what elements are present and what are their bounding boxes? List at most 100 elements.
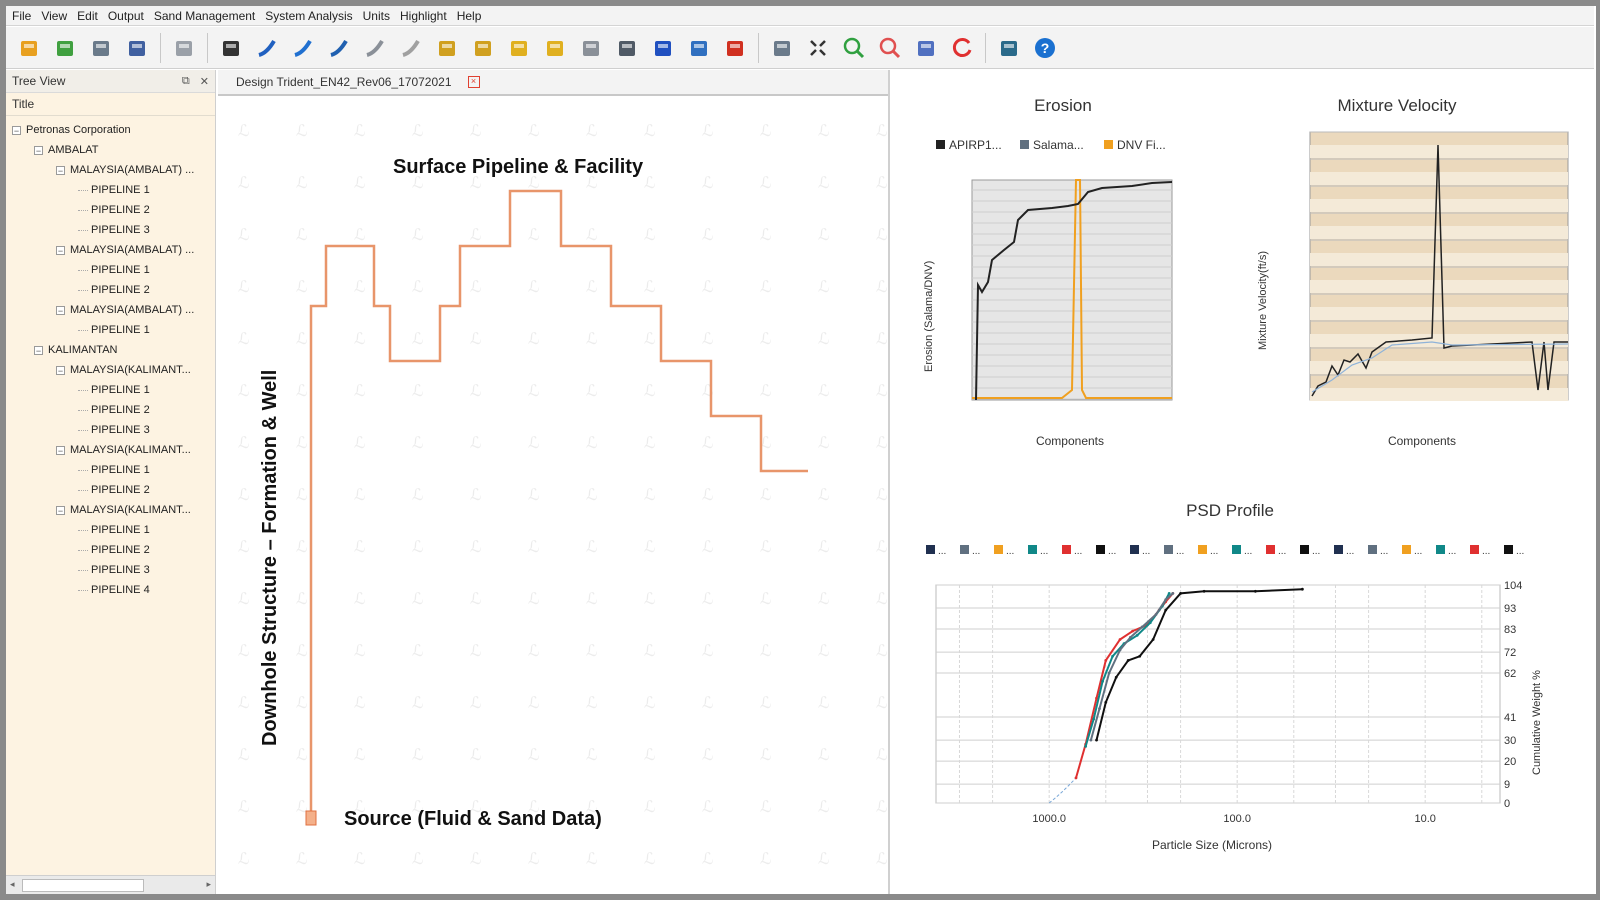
- fitting-icon[interactable]: [538, 31, 572, 65]
- horizontal-scrollbar[interactable]: ◂ ▸: [6, 875, 215, 894]
- tree-item-pipeline[interactable]: PIPELINE 3: [6, 220, 215, 240]
- tree-item-group[interactable]: − MALAYSIA(AMBALAT) ...: [6, 240, 215, 260]
- save-icon[interactable]: [120, 31, 154, 65]
- tree-item-pipeline[interactable]: PIPELINE 1: [6, 520, 215, 540]
- tree-item-group[interactable]: − MALAYSIA(AMBALAT) ...: [6, 160, 215, 180]
- valve-icon[interactable]: [502, 31, 536, 65]
- tree-item-pipeline[interactable]: PIPELINE 3: [6, 420, 215, 440]
- fit-icon[interactable]: [801, 31, 835, 65]
- tree-item-group[interactable]: − MALAYSIA(KALIMANT...: [6, 360, 215, 380]
- watermark-glyph: ℒ: [644, 799, 656, 816]
- tree-item-group[interactable]: − AMBALAT: [6, 140, 215, 160]
- tree-item-group[interactable]: − MALAYSIA(KALIMANT...: [6, 440, 215, 460]
- refresh-icon[interactable]: [945, 31, 979, 65]
- collapse-icon[interactable]: −: [56, 365, 65, 375]
- tree-item-label: PIPELINE 1: [91, 464, 150, 476]
- watermark-glyph: ℒ: [818, 799, 830, 816]
- tree-item-root[interactable]: − Petronas Corporation: [6, 120, 215, 140]
- psd-data-point: [1126, 659, 1130, 662]
- watermark-glyph: ℒ: [412, 435, 424, 452]
- collapse-icon[interactable]: −: [56, 445, 65, 455]
- tree-item-group[interactable]: − MALAYSIA(KALIMANT...: [6, 500, 215, 520]
- tree-item-pipeline[interactable]: PIPELINE 2: [6, 540, 215, 560]
- watermark-glyph: ℒ: [876, 227, 888, 244]
- collapse-icon[interactable]: −: [56, 305, 65, 315]
- menu-output[interactable]: Output: [108, 9, 144, 23]
- scroll-left-icon[interactable]: ◂: [10, 879, 15, 890]
- tree-item-pipeline[interactable]: PIPELINE 1: [6, 460, 215, 480]
- tab-close-icon[interactable]: ×: [467, 76, 480, 88]
- sensor-icon[interactable]: [682, 31, 716, 65]
- layers-icon[interactable]: [909, 31, 943, 65]
- psd-data-point: [1098, 707, 1101, 711]
- tree-item-group[interactable]: − KALIMANTAN: [6, 340, 215, 360]
- tree-item-pipeline[interactable]: PIPELINE 1: [6, 260, 215, 280]
- pipe-curve-icon[interactable]: [394, 31, 428, 65]
- zoom-in-icon[interactable]: [837, 31, 871, 65]
- pipe-elbow-icon[interactable]: [322, 31, 356, 65]
- collapse-icon[interactable]: −: [56, 165, 65, 175]
- collapse-icon[interactable]: −: [56, 505, 65, 515]
- document-tab[interactable]: Design Trident_EN42_Rev06_17072021: [236, 75, 452, 89]
- open-folder-icon[interactable]: [12, 31, 46, 65]
- toolbar-separator: [758, 32, 759, 63]
- collapse-icon[interactable]: −: [34, 145, 43, 155]
- choke-icon[interactable]: [610, 31, 644, 65]
- pipe-horizontal-icon[interactable]: [250, 31, 284, 65]
- source-node[interactable]: [305, 810, 317, 826]
- tee-icon[interactable]: [466, 31, 500, 65]
- scrollbar-thumb[interactable]: [22, 879, 144, 892]
- report-icon[interactable]: [992, 31, 1026, 65]
- menu-units[interactable]: Units: [363, 9, 390, 23]
- menu-highlight[interactable]: Highlight: [400, 9, 447, 23]
- tree-column-header[interactable]: Title: [6, 93, 215, 116]
- tree-item-label: PIPELINE 1: [91, 184, 150, 196]
- collapse-icon[interactable]: −: [34, 345, 43, 355]
- collapse-icon[interactable]: −: [12, 125, 21, 135]
- psd-legend-label: ...: [1176, 546, 1184, 557]
- new-project-icon[interactable]: [48, 31, 82, 65]
- tree-item-pipeline[interactable]: PIPELINE 2: [6, 200, 215, 220]
- watermark-glyph: ℒ: [412, 591, 424, 608]
- alarm-icon[interactable]: [718, 31, 752, 65]
- screen-capture-icon[interactable]: [765, 31, 799, 65]
- menu-view[interactable]: View: [41, 9, 67, 23]
- watermark-glyph: ℒ: [238, 175, 250, 192]
- help-icon[interactable]: ?: [1028, 31, 1062, 65]
- tree-item-group[interactable]: − MALAYSIA(AMBALAT) ...: [6, 300, 215, 320]
- collapse-icon[interactable]: −: [56, 245, 65, 255]
- zoom-out-icon[interactable]: [873, 31, 907, 65]
- pipe-bend-icon[interactable]: [286, 31, 320, 65]
- print-icon[interactable]: [84, 31, 118, 65]
- pin-icon[interactable]: ⧉: [182, 75, 190, 88]
- psd-data-point: [1104, 659, 1108, 662]
- scroll-right-icon[interactable]: ▸: [206, 879, 211, 890]
- psd-data-point: [1074, 776, 1078, 780]
- menu-help[interactable]: Help: [457, 9, 482, 23]
- tree-item-pipeline[interactable]: PIPELINE 2: [6, 280, 215, 300]
- tree-item-pipeline[interactable]: PIPELINE 2: [6, 400, 215, 420]
- tree-item-pipeline[interactable]: PIPELINE 2: [6, 480, 215, 500]
- manifold-icon[interactable]: [430, 31, 464, 65]
- close-icon[interactable]: ✕: [200, 75, 209, 88]
- menu-system-analysis[interactable]: System Analysis: [265, 9, 352, 23]
- tree-item-pipeline[interactable]: PIPELINE 4: [6, 580, 215, 600]
- tree-view-title: Tree View: [12, 74, 66, 88]
- import-icon[interactable]: [167, 31, 201, 65]
- wellhead-icon[interactable]: [646, 31, 680, 65]
- design-panel: Design Trident_EN42_Rev06_17072021 × ℒ ℒ ℒ…: [218, 70, 890, 894]
- menu-file[interactable]: File: [12, 9, 31, 23]
- separator-icon[interactable]: [574, 31, 608, 65]
- tree-item-pipeline[interactable]: PIPELINE 3: [6, 560, 215, 580]
- psd-legend-label: ...: [1312, 546, 1320, 557]
- tree-item-pipeline[interactable]: PIPELINE 1: [6, 180, 215, 200]
- pipe-slant-icon[interactable]: [358, 31, 392, 65]
- design-canvas[interactable]: ℒ ℒ ℒ ℒ ℒ ℒ ℒ ℒ ℒ ℒ ℒ ℒ ℒ ℒ ℒ ℒ ℒ ℒ ℒ ℒ ℒ ℒ ℒ ℒ ℒ ℒ ℒ ℒ ℒ ℒ ℒ ℒ ℒ ℒ ℒ ℒ ℒ ℒ ℒ ℒ…: [218, 96, 888, 892]
- menu-sand-management[interactable]: Sand Management: [154, 9, 255, 23]
- flow-tool-icon[interactable]: [214, 31, 248, 65]
- menu-edit[interactable]: Edit: [77, 9, 98, 23]
- tree-item-pipeline[interactable]: PIPELINE 1: [6, 380, 215, 400]
- pipeline-path[interactable]: [309, 189, 808, 821]
- watermark-glyph: ℒ: [586, 227, 598, 244]
- tree-item-pipeline[interactable]: PIPELINE 1: [6, 320, 215, 340]
